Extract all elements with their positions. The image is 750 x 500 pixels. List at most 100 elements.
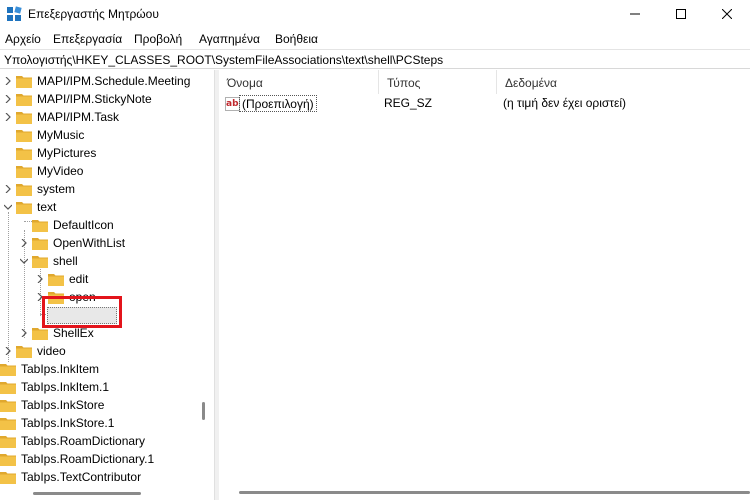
tree-item[interactable]: TabIps.InkStore xyxy=(0,396,210,414)
folder-icon xyxy=(16,130,32,142)
menu-file[interactable]: Αρχείο xyxy=(5,32,41,46)
minimize-button[interactable] xyxy=(612,0,658,28)
tree-item-label: system xyxy=(37,182,76,196)
tree-item-label: TabIps.InkStore.1 xyxy=(21,416,115,430)
address-bar[interactable]: Υπολογιστής\HKEY_CLASSES_ROOT\SystemFile… xyxy=(0,49,750,69)
tree-item[interactable]: MyVideo xyxy=(0,162,210,180)
tree-item[interactable]: MyPictures xyxy=(0,144,210,162)
close-icon xyxy=(722,9,732,19)
chevron-right-icon[interactable] xyxy=(36,275,44,283)
window-title: Επεξεργαστής Μητρώου xyxy=(28,7,159,21)
menu-edit[interactable]: Επεξεργασία xyxy=(53,32,122,46)
folder-icon xyxy=(0,418,16,430)
tree-item[interactable]: TabIps.RoamDictionary.1 xyxy=(0,450,210,468)
close-button[interactable] xyxy=(704,0,750,28)
value-data-cell: (η τιμή δεν έχει οριστεί) xyxy=(503,96,627,110)
tree-item[interactable]: TabIps.RoamDictionary xyxy=(0,432,210,450)
address-path[interactable]: Υπολογιστής\HKEY_CLASSES_ROOT\SystemFile… xyxy=(4,53,443,67)
maximize-button[interactable] xyxy=(658,0,704,28)
tree-item-label: TabIps.TextContributor xyxy=(21,470,142,484)
tree-item[interactable]: TabIps.TextContributor xyxy=(0,468,210,486)
tree-item[interactable]: MyMusic xyxy=(0,126,210,144)
registry-editor-icon xyxy=(7,6,22,21)
folder-icon xyxy=(16,166,32,178)
tree-item[interactable]: video xyxy=(0,342,210,360)
key-tree-pane[interactable]: MAPI/IPM.Schedule.Meeting MAPI/IPM.Sticky… xyxy=(0,70,210,500)
tree-item[interactable]: system xyxy=(0,180,210,198)
tree-item-label: MyVideo xyxy=(37,164,84,178)
tree-item[interactable]: MAPI/IPM.Task xyxy=(0,108,210,126)
column-header-data-label: Δεδομένα xyxy=(505,76,557,90)
folder-icon xyxy=(16,184,32,196)
tree-item-label: text xyxy=(37,200,57,214)
folder-icon xyxy=(16,202,32,214)
values-list-pane[interactable]: Όνομα Τύπος Δεδομένα ab (Προεπιλογή) REG… xyxy=(219,70,750,500)
tree-item-label: TabIps.InkStore xyxy=(21,398,105,412)
tree-item[interactable]: MAPI/IPM.Schedule.Meeting xyxy=(0,72,210,90)
tree-item[interactable]: shell xyxy=(0,252,210,270)
svg-text:ab: ab xyxy=(226,99,239,109)
tree-vertical-scrollbar[interactable] xyxy=(202,402,205,420)
tree-item-label: TabIps.RoamDictionary xyxy=(21,434,146,448)
chevron-right-icon[interactable] xyxy=(20,239,28,247)
chevron-right-icon[interactable] xyxy=(4,185,12,193)
chevron-down-icon[interactable] xyxy=(4,203,12,211)
chevron-right-icon[interactable] xyxy=(4,95,12,103)
folder-icon xyxy=(16,148,32,160)
menu-bar: Αρχείο Επεξεργασία Προβολή Αγαπημένα Βοή… xyxy=(0,29,750,49)
folder-icon xyxy=(32,238,48,250)
annotation-red-box xyxy=(42,296,122,328)
chevron-down-icon[interactable] xyxy=(20,257,28,265)
folder-icon xyxy=(16,76,32,88)
tree-item-label: edit xyxy=(69,272,89,286)
folder-icon xyxy=(0,436,16,448)
column-header-type-label: Τύπος xyxy=(387,76,421,90)
tree-item-label: TabIps.InkItem.1 xyxy=(21,380,110,394)
tree-item-label: MAPI/IPM.Schedule.Meeting xyxy=(37,74,191,88)
menu-favorites[interactable]: Αγαπημένα xyxy=(199,32,260,46)
value-name-cell[interactable]: (Προεπιλογή) xyxy=(239,95,317,112)
tree-item-label: ShellEx xyxy=(53,326,94,340)
chevron-right-icon[interactable] xyxy=(4,77,12,85)
list-horizontal-scrollbar[interactable] xyxy=(239,491,750,494)
tree-item[interactable]: edit xyxy=(0,270,210,288)
folder-icon xyxy=(32,256,48,268)
folder-icon xyxy=(32,328,48,340)
tree-horizontal-scrollbar[interactable] xyxy=(33,492,141,495)
menu-view[interactable]: Προβολή xyxy=(134,32,182,46)
tree-item[interactable]: MAPI/IPM.StickyNote xyxy=(0,90,210,108)
folder-icon xyxy=(0,454,16,466)
column-header-name-label: Όνομα xyxy=(227,76,263,90)
chevron-right-icon[interactable] xyxy=(20,329,28,337)
column-header-type[interactable]: Τύπος xyxy=(379,70,497,94)
tree-item[interactable]: TabIps.InkItem xyxy=(0,360,210,378)
tree-item[interactable]: TabIps.InkStore.1 xyxy=(0,414,210,432)
tree-item[interactable]: TabIps.InkItem.1 xyxy=(0,378,210,396)
folder-icon xyxy=(16,112,32,124)
tree-item-label: DefaultIcon xyxy=(53,218,114,232)
tree-item-label: video xyxy=(37,344,66,358)
tree-item-label: MAPI/IPM.Task xyxy=(37,110,120,124)
menu-help[interactable]: Βοήθεια xyxy=(275,32,318,46)
minimize-icon xyxy=(630,13,640,15)
column-header-data[interactable]: Δεδομένα xyxy=(497,70,750,94)
title-bar: Επεξεργαστής Μητρώου xyxy=(0,0,750,28)
folder-icon xyxy=(16,346,32,358)
tree-item[interactable]: OpenWithList xyxy=(0,234,210,252)
tree-item-label: MyMusic xyxy=(37,128,85,142)
folder-icon xyxy=(32,220,48,232)
tree-item[interactable]: text xyxy=(0,198,210,216)
folder-icon xyxy=(48,274,64,286)
value-type-cell: REG_SZ xyxy=(384,96,433,110)
maximize-icon xyxy=(676,9,686,19)
column-header-name[interactable]: Όνομα xyxy=(219,70,379,94)
chevron-right-icon[interactable] xyxy=(4,113,12,121)
tree-item-label: OpenWithList xyxy=(53,236,126,250)
folder-icon xyxy=(0,382,16,394)
tree-item-label: MyPictures xyxy=(37,146,97,160)
tree-item-label: TabIps.InkItem xyxy=(21,362,100,376)
chevron-right-icon[interactable] xyxy=(4,347,12,355)
tree-item[interactable]: DefaultIcon xyxy=(0,216,210,234)
folder-icon xyxy=(16,94,32,106)
tree-item-label: MAPI/IPM.StickyNote xyxy=(37,92,152,106)
